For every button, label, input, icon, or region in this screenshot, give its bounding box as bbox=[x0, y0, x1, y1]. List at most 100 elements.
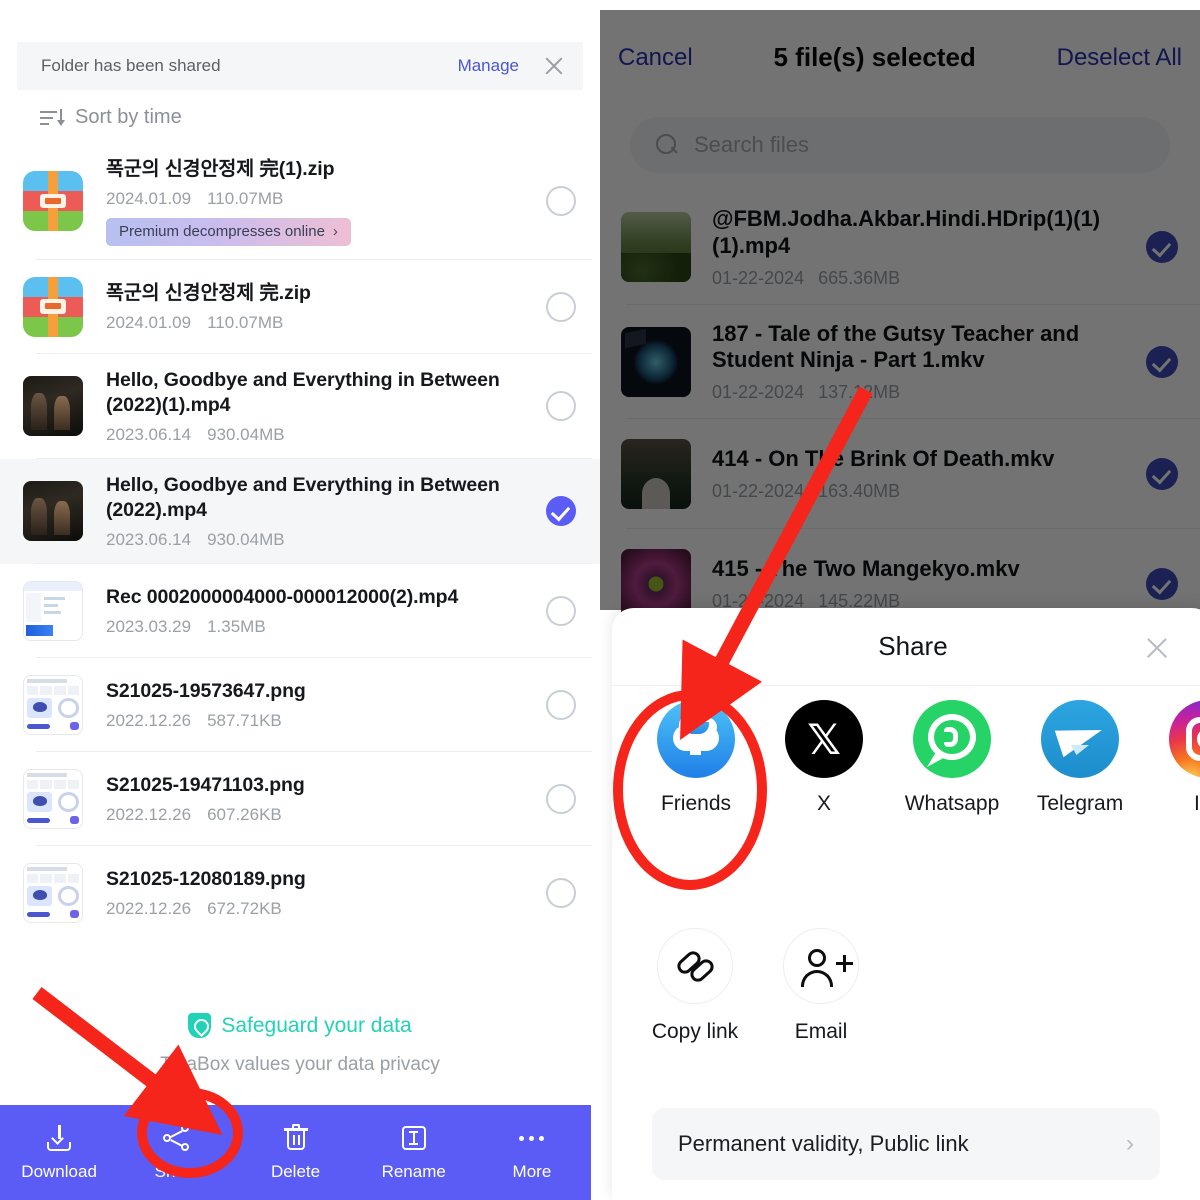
file-size: 1.35MB bbox=[207, 616, 266, 636]
share-target-label: Friends bbox=[660, 792, 732, 815]
close-icon[interactable] bbox=[1144, 635, 1170, 661]
screenshot-thumbnail bbox=[23, 768, 83, 829]
safeguard-title: Safeguard your data bbox=[221, 1013, 412, 1037]
file-date: 2022.12.26 bbox=[106, 898, 192, 918]
telegram-icon bbox=[1041, 700, 1119, 778]
file-info: S21025-19471103.png 2022.12.26 607.26KB bbox=[106, 773, 546, 825]
file-info: 폭군의 신경안정제 完.zip 2024.01.09 110.07MB bbox=[106, 281, 546, 333]
x-twitter-icon: 𝕏 bbox=[785, 700, 863, 778]
file-date: 01-22-2024 bbox=[712, 267, 805, 288]
screen-recording-thumbnail bbox=[23, 580, 83, 641]
file-meta-line: 2022.12.26 607.26KB bbox=[106, 805, 536, 825]
file-size: 607.26KB bbox=[207, 804, 282, 824]
share-target-label: Whatsapp bbox=[904, 792, 1000, 815]
file-name: S21025-19573647.png bbox=[106, 679, 306, 702]
link-validity-row[interactable]: Permanent validity, Public link › bbox=[652, 1108, 1160, 1180]
selected-file-row[interactable]: @FBM.Jodha.Akbar.Hindi.HDrip(1)(1)(1).mp… bbox=[600, 190, 1200, 305]
file-date: 2023.06.14 bbox=[106, 529, 192, 549]
file-row[interactable]: 폭군의 신경안정제 完(1).zip 2024.01.09 110.07MB Prem… bbox=[0, 143, 600, 260]
checkbox-unchecked[interactable] bbox=[546, 186, 576, 217]
share-sheet-title: Share bbox=[878, 631, 948, 661]
file-info: 187 - Tale of the Gutsy Teacher and Stud… bbox=[712, 321, 1146, 404]
link-action-row: Copy link Email bbox=[612, 928, 884, 1044]
file-meta-line: 2022.12.26 587.71KB bbox=[106, 711, 536, 731]
file-thumbnail bbox=[0, 580, 106, 641]
file-row[interactable]: S21025-19471103.png 2022.12.26 607.26KB bbox=[0, 752, 600, 846]
checkbox-checked[interactable] bbox=[1146, 231, 1178, 264]
selection-title: 5 file(s) selected bbox=[773, 42, 976, 72]
checkbox-unchecked[interactable] bbox=[546, 391, 576, 422]
close-icon[interactable] bbox=[543, 55, 565, 77]
file-row[interactable]: S21025-12080189.png 2022.12.26 672.72KB bbox=[0, 846, 600, 940]
checkbox-unchecked[interactable] bbox=[546, 689, 576, 720]
file-date: 01-22-2024 bbox=[712, 481, 805, 502]
share-target-instagram[interactable]: Ins bbox=[1144, 700, 1200, 816]
file-meta-line: 01-22-2024 137.12MB bbox=[712, 382, 1138, 403]
checkbox-unchecked[interactable] bbox=[546, 291, 576, 322]
file-thumbnail bbox=[0, 376, 106, 437]
deselect-all-button[interactable]: Deselect All bbox=[1057, 44, 1182, 72]
sort-by-time-button[interactable]: Sort by time bbox=[40, 106, 182, 129]
copy-link-button[interactable]: Copy link bbox=[632, 928, 758, 1044]
share-target-telegram[interactable]: Telegram bbox=[1016, 700, 1144, 816]
file-name: S21025-19471103.png bbox=[106, 773, 305, 796]
file-meta-line: 2023.06.14 930.04MB bbox=[106, 530, 536, 550]
selected-file-row[interactable]: 414 - On The Brink Of Death.mkv 01-22-202… bbox=[600, 419, 1200, 530]
download-icon bbox=[44, 1123, 74, 1153]
file-meta-line: 01-22-2024 163.40MB bbox=[712, 481, 1138, 502]
share-target-friends[interactable]: Friends bbox=[632, 700, 760, 816]
file-thumbnail bbox=[600, 212, 712, 283]
file-row[interactable]: S21025-19573647.png 2022.12.26 587.71KB bbox=[0, 658, 600, 752]
safeguard-notice: Safeguard your data TeraBox values your … bbox=[0, 1013, 600, 1076]
file-meta-line: 2024.01.09 110.07MB bbox=[106, 189, 536, 209]
share-target-x[interactable]: 𝕏 X bbox=[760, 700, 888, 816]
zip-archive-icon bbox=[23, 171, 83, 232]
checkbox-checked[interactable] bbox=[1146, 345, 1178, 378]
share-label: Share bbox=[154, 1162, 200, 1181]
chevron-right-icon: › bbox=[1126, 1130, 1134, 1157]
link-validity-text: Permanent validity, Public link bbox=[678, 1131, 969, 1156]
file-row[interactable]: Hello, Goodbye and Everything in Between… bbox=[0, 354, 600, 459]
checkbox-unchecked[interactable] bbox=[546, 783, 576, 814]
premium-decompress-badge[interactable]: Premium decompresses online › bbox=[106, 217, 351, 246]
checkbox-checked[interactable] bbox=[546, 496, 576, 527]
share-sheet-header: Share bbox=[612, 608, 1200, 686]
file-meta-line: 2024.01.09 110.07MB bbox=[106, 313, 536, 333]
file-size: 110.07MB bbox=[207, 188, 284, 208]
file-size: 665.36MB bbox=[818, 267, 901, 288]
whatsapp-icon bbox=[913, 700, 991, 778]
more-button[interactable]: More bbox=[473, 1123, 591, 1182]
search-input[interactable]: Search files bbox=[630, 117, 1170, 173]
file-size: 110.07MB bbox=[207, 312, 284, 332]
share-target-whatsapp[interactable]: Whatsapp bbox=[888, 700, 1016, 816]
file-thumbnail bbox=[0, 171, 106, 232]
manage-link[interactable]: Manage bbox=[458, 56, 519, 76]
checkbox-checked[interactable] bbox=[1146, 458, 1178, 491]
file-name: 폭군의 신경안정제 完(1).zip bbox=[106, 158, 335, 180]
file-size: 163.40MB bbox=[818, 481, 901, 502]
delete-button[interactable]: Delete bbox=[236, 1123, 354, 1182]
rename-button[interactable]: Rename bbox=[355, 1123, 473, 1182]
download-button[interactable]: Download bbox=[0, 1123, 118, 1182]
cancel-button[interactable]: Cancel bbox=[618, 44, 693, 72]
checkbox-checked[interactable] bbox=[1146, 568, 1178, 601]
rename-label: Rename bbox=[381, 1162, 446, 1181]
file-date: 2024.01.09 bbox=[106, 188, 192, 208]
share-button[interactable]: Share bbox=[118, 1123, 236, 1182]
file-date: 2024.01.09 bbox=[106, 312, 192, 332]
file-thumbnail bbox=[0, 768, 106, 829]
download-label: Download bbox=[21, 1162, 97, 1181]
email-button[interactable]: Email bbox=[758, 928, 884, 1044]
file-date: 2022.12.26 bbox=[106, 710, 192, 730]
file-size: 587.71KB bbox=[207, 710, 282, 730]
selected-file-row[interactable]: 187 - Tale of the Gutsy Teacher and Stud… bbox=[600, 304, 1200, 420]
file-row[interactable]: 폭군의 신경안정제 完.zip 2024.01.09 110.07MB bbox=[0, 260, 600, 354]
file-row[interactable]: Rec 0002000004000-000012000(2).mp4 2023.0… bbox=[0, 564, 600, 658]
checkbox-unchecked[interactable] bbox=[546, 595, 576, 626]
file-info: S21025-12080189.png 2022.12.26 672.72KB bbox=[106, 867, 546, 919]
search-bar-wrapper: Search files bbox=[600, 105, 1200, 190]
file-row[interactable]: Hello, Goodbye and Everything in Between… bbox=[0, 458, 600, 564]
zip-archive-icon bbox=[23, 276, 83, 337]
checkbox-unchecked[interactable] bbox=[546, 877, 576, 908]
share-app-row: Friends 𝕏 X Whatsapp Telegram I bbox=[612, 700, 1200, 880]
